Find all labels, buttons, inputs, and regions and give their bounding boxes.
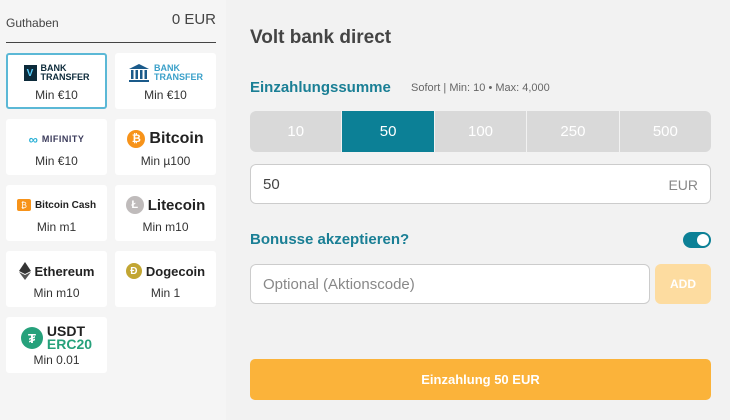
bank-logo: BANK TRANSFER — [128, 60, 203, 86]
method-name: Bitcoin — [149, 130, 204, 147]
volt-v-icon: V — [23, 65, 37, 81]
amount-input-value: 50 — [263, 176, 280, 193]
method-name: Dogecoin — [145, 263, 206, 279]
dogecoin-logo: Ð Dogecoin — [125, 258, 206, 284]
litecoin-icon: Ł — [125, 196, 144, 214]
method-dogecoin[interactable]: Ð Dogecoin Min 1 — [115, 251, 216, 307]
method-min: Min m10 — [142, 220, 189, 234]
litecoin-logo: Ł Litecoin — [125, 192, 206, 218]
payment-methods-panel: Guthaben 0 EUR V BANK TRANSFER Min €10 B… — [0, 0, 226, 420]
method-bitcoin[interactable]: ₿ Bitcoin Min µ100 — [115, 119, 216, 175]
amount-option-500[interactable]: 500 — [619, 111, 712, 152]
method-min: Min µ100 — [140, 154, 191, 168]
volt-logo: V BANK TRANSFER — [23, 60, 90, 86]
bonus-toggle[interactable] — [683, 232, 711, 248]
method-mifinity[interactable]: ∞ MIFINITY Min €10 — [6, 119, 107, 175]
method-volt-bank-transfer[interactable]: V BANK TRANSFER Min €10 — [6, 53, 107, 109]
bitcoin-cash-logo: ₿ Bitcoin Cash — [16, 192, 97, 218]
page-title: Volt bank direct — [250, 27, 392, 48]
bitcoin-logo: ₿ Bitcoin — [127, 126, 204, 152]
amount-option-100[interactable]: 100 — [434, 111, 528, 152]
usdt-name-line2: ERC20 — [46, 336, 93, 352]
method-bank-transfer[interactable]: BANK TRANSFER Min €10 — [115, 53, 216, 109]
amount-option-50[interactable]: 50 — [342, 111, 435, 152]
method-name: Litecoin — [147, 196, 206, 214]
method-min: Min 1 — [150, 286, 181, 300]
balance-bar: Guthaben 0 EUR — [6, 9, 216, 43]
method-min: Min €10 — [35, 154, 78, 168]
method-usdt-erc20[interactable]: ₮ USDT ERC20 Min 0.01 — [6, 317, 107, 373]
deposit-submit-button[interactable]: Einzahlung 50 EUR — [250, 359, 711, 400]
deposit-form-panel: Volt bank direct Einzahlungssumme Sofort… — [226, 0, 730, 420]
amount-option-250[interactable]: 250 — [527, 111, 620, 152]
balance-label: Guthaben — [6, 16, 59, 30]
dogecoin-icon: Ð — [125, 263, 142, 279]
method-min: Min €10 — [35, 88, 78, 102]
method-name: Bitcoin Cash — [34, 199, 97, 211]
toggle-knob — [697, 234, 709, 246]
mifinity-logo: ∞ MIFINITY — [29, 126, 85, 152]
deposit-amount-label: Einzahlungssumme — [250, 79, 391, 96]
promo-code-input[interactable] — [250, 264, 650, 304]
method-min: Min 0.01 — [33, 353, 80, 367]
amount-preset-group: 10 50 100 250 500 — [250, 111, 712, 152]
volt-logo-line2: TRANSFER — [40, 72, 90, 82]
method-min: Min m10 — [33, 286, 80, 300]
add-promo-button[interactable]: ADD — [655, 264, 711, 304]
ethereum-logo: Ethereum — [18, 258, 95, 284]
method-litecoin[interactable]: Ł Litecoin Min m10 — [115, 185, 216, 241]
bank-building-icon — [129, 64, 149, 82]
bitcoin-icon: ₿ — [127, 130, 146, 148]
mifinity-logo-text: MIFINITY — [41, 134, 85, 144]
method-min: Min €10 — [144, 88, 187, 102]
balance-amount: 0 EUR — [171, 11, 216, 28]
amount-input[interactable]: 50 EUR — [250, 164, 711, 204]
amount-currency: EUR — [668, 177, 698, 193]
method-bitcoin-cash[interactable]: ₿ Bitcoin Cash Min m1 — [6, 185, 107, 241]
bitcoin-cash-icon: ₿ — [16, 199, 31, 211]
method-ethereum[interactable]: Ethereum Min m10 — [6, 251, 107, 307]
bonus-accept-label: Bonusse akzeptieren? — [250, 231, 410, 248]
tether-icon: ₮ — [20, 327, 43, 349]
infinity-icon: ∞ — [28, 131, 38, 147]
usdt-logo: ₮ USDT ERC20 — [20, 323, 93, 353]
ethereum-icon — [18, 262, 31, 280]
method-name: Ethereum — [34, 263, 95, 279]
deposit-limits-info: Sofort | Min: 10 • Max: 4,000 — [411, 82, 550, 94]
bank-logo-line2: TRANSFER — [154, 72, 203, 82]
method-min: Min m1 — [36, 220, 77, 234]
amount-option-10[interactable]: 10 — [250, 111, 343, 152]
